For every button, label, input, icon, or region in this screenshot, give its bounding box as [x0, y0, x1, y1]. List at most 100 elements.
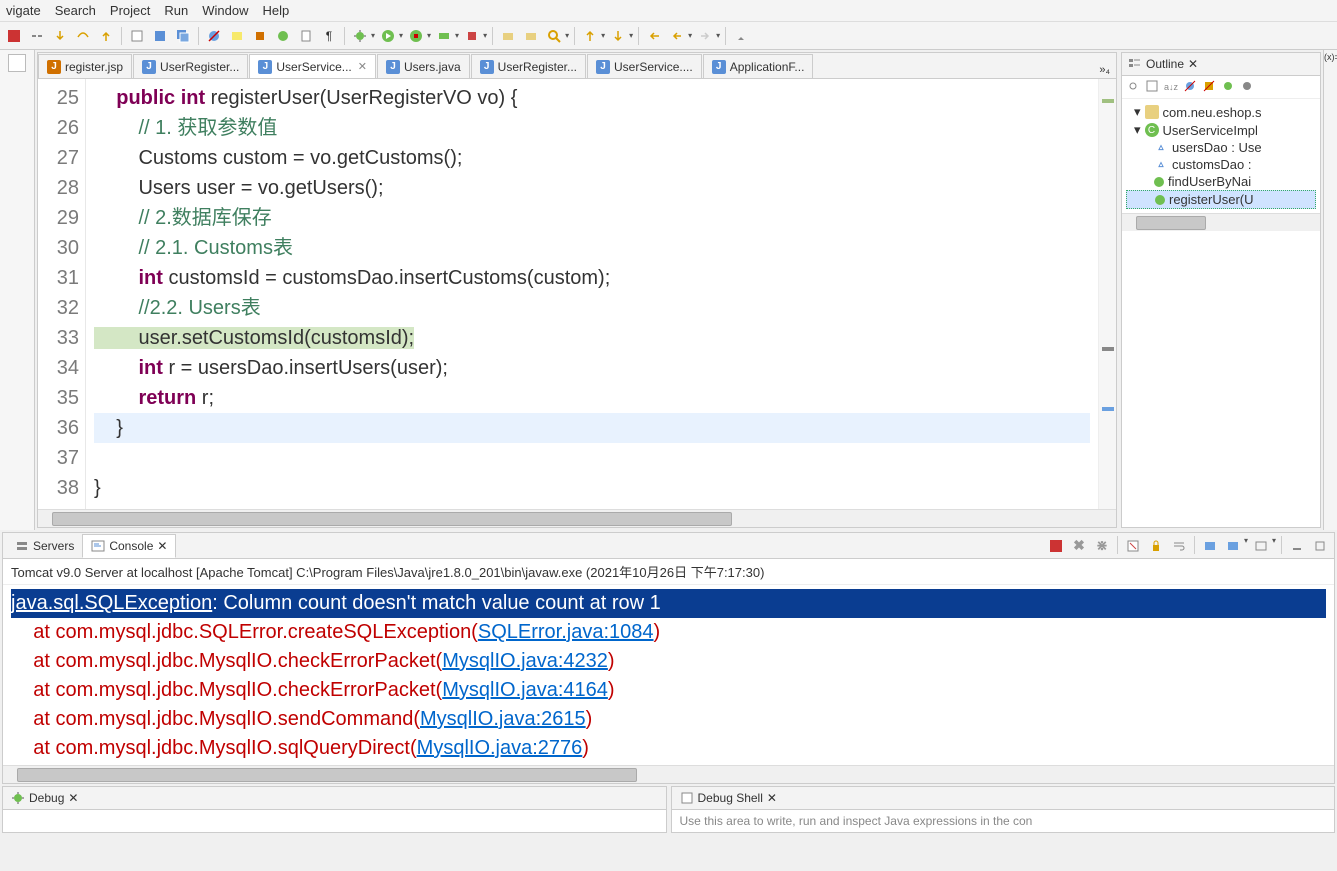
external-tools-icon[interactable]	[462, 26, 482, 46]
coverage-icon[interactable]	[406, 26, 426, 46]
maximize-icon[interactable]	[1310, 536, 1330, 556]
pin-console-icon[interactable]	[1200, 536, 1220, 556]
new-package-icon[interactable]	[498, 26, 518, 46]
console-line[interactable]: at com.mysql.jdbc.MysqlIO.sqlQueryDirect…	[11, 734, 1326, 763]
console-output[interactable]: java.sql.SQLException: Column count does…	[3, 585, 1334, 765]
editor-hscroll[interactable]	[38, 509, 1116, 527]
stacktrace-link[interactable]: SQLError.java:1084	[478, 621, 654, 643]
new-class-icon[interactable]	[521, 26, 541, 46]
code-line[interactable]: user.setCustomsId(customsId);	[94, 323, 1090, 353]
console-line[interactable]: at com.mysql.jdbc.MysqlIO.checkErrorPack…	[11, 676, 1326, 705]
menu-project[interactable]: Project	[110, 3, 150, 18]
overview-ruler[interactable]	[1098, 79, 1116, 509]
highlight-icon[interactable]	[227, 26, 247, 46]
stacktrace-link[interactable]: MysqlIO.java:2615	[420, 708, 586, 730]
forward-icon[interactable]	[695, 26, 715, 46]
task-icon[interactable]	[296, 26, 316, 46]
console-line[interactable]: at com.mysql.jdbc.SQLError.createSQLExce…	[11, 618, 1326, 647]
new-icon[interactable]	[127, 26, 147, 46]
close-icon[interactable]: ✕	[1188, 57, 1198, 71]
code-line[interactable]: // 1. 获取参数值	[94, 113, 1090, 143]
code-editor[interactable]: public int registerUser(UserRegisterVO v…	[86, 79, 1098, 509]
remove-terminated-icon[interactable]: ✖	[1069, 536, 1089, 556]
hide-static-icon[interactable]	[1202, 79, 1218, 95]
search-icon[interactable]	[544, 26, 564, 46]
editor-tab[interactable]: JUsers.java	[377, 54, 470, 78]
vars-min-icon[interactable]: (x)=	[1324, 52, 1337, 62]
close-icon[interactable]: ✕	[68, 791, 78, 805]
run-server-icon[interactable]	[434, 26, 454, 46]
save-icon[interactable]	[150, 26, 170, 46]
code-line[interactable]	[94, 443, 1090, 473]
menu-navigate[interactable]: vigate	[6, 3, 41, 18]
step-return-icon[interactable]	[96, 26, 116, 46]
editor-tab[interactable]: JUserRegister...	[471, 54, 586, 78]
pilcrow-icon[interactable]: ¶	[319, 26, 339, 46]
open-type-icon[interactable]	[273, 26, 293, 46]
hide-nonpublic-icon[interactable]	[1221, 79, 1237, 95]
editor-tab[interactable]: JUserService....	[587, 54, 702, 78]
remove-all-icon[interactable]: ⋇	[1092, 536, 1112, 556]
clear-console-icon[interactable]	[1123, 536, 1143, 556]
code-line[interactable]: }	[94, 413, 1090, 443]
next-annotation-icon[interactable]	[608, 26, 628, 46]
stacktrace-link[interactable]: MysqlIO.java:2776	[417, 737, 583, 759]
build-icon[interactable]	[250, 26, 270, 46]
code-line[interactable]: Customs custom = vo.getCustoms();	[94, 143, 1090, 173]
open-console-icon[interactable]	[1251, 536, 1271, 556]
collapse-icon[interactable]	[1145, 79, 1161, 95]
code-line[interactable]: Users user = vo.getUsers();	[94, 173, 1090, 203]
close-icon[interactable]: ✕	[157, 539, 167, 553]
console-line[interactable]: at com.mysql.jdbc.MysqlIO.checkErrorPack…	[11, 647, 1326, 676]
pin-icon[interactable]	[731, 26, 751, 46]
prev-annotation-icon[interactable]	[580, 26, 600, 46]
sort-icon[interactable]: a↓z	[1164, 79, 1180, 95]
code-line[interactable]: int customsId = customsDao.insertCustoms…	[94, 263, 1090, 293]
last-edit-icon[interactable]	[644, 26, 664, 46]
outline-member[interactable]: ▵customsDao :	[1126, 156, 1316, 173]
code-line[interactable]: // 2.数据库保存	[94, 203, 1090, 233]
editor-tab[interactable]: JUserRegister...	[133, 54, 248, 78]
code-line[interactable]: //2.2. Users表	[94, 293, 1090, 323]
disconnect-icon[interactable]	[27, 26, 47, 46]
console-line[interactable]: java.sql.SQLException: Column count does…	[11, 589, 1326, 618]
editor-tab[interactable]: Jregister.jsp	[38, 54, 132, 78]
word-wrap-icon[interactable]	[1169, 536, 1189, 556]
code-line[interactable]: public int registerUser(UserRegisterVO v…	[94, 83, 1090, 113]
scroll-lock-icon[interactable]	[1146, 536, 1166, 556]
skip-breakpoints-icon[interactable]	[204, 26, 224, 46]
console-line[interactable]: at com.mysql.jdbc.MysqlIO.sendCommand(My…	[11, 705, 1326, 734]
outline-class[interactable]: ▾CUserServiceImpl	[1126, 121, 1316, 139]
step-into-icon[interactable]	[50, 26, 70, 46]
code-line[interactable]: // 2.1. Customs表	[94, 233, 1090, 263]
code-line[interactable]: }	[94, 473, 1090, 503]
close-icon[interactable]: ✕	[767, 791, 777, 805]
terminate-icon[interactable]	[4, 26, 24, 46]
hide-local-icon[interactable]	[1240, 79, 1256, 95]
display-console-icon[interactable]	[1223, 536, 1243, 556]
outline-member[interactable]: registerUser(U	[1126, 190, 1316, 209]
code-line[interactable]: int r = usersDao.insertUsers(user);	[94, 353, 1090, 383]
terminate-icon[interactable]	[1046, 536, 1066, 556]
menu-search[interactable]: Search	[55, 3, 96, 18]
console-hscroll[interactable]	[3, 765, 1334, 783]
stacktrace-link[interactable]: MysqlIO.java:4164	[442, 679, 608, 701]
tabs-overflow[interactable]: »₄	[1093, 62, 1116, 78]
stacktrace-link[interactable]: MysqlIO.java:4232	[442, 650, 608, 672]
menu-run[interactable]: Run	[164, 3, 188, 18]
servers-tab[interactable]: Servers	[7, 535, 82, 557]
outline-hscroll[interactable]	[1122, 213, 1320, 231]
restore-view-icon[interactable]	[8, 54, 26, 72]
close-icon[interactable]: ✕	[358, 60, 367, 73]
editor-tab[interactable]: JApplicationF...	[703, 54, 814, 78]
menu-window[interactable]: Window	[202, 3, 248, 18]
focus-icon[interactable]	[1126, 79, 1142, 95]
code-line[interactable]: return r;	[94, 383, 1090, 413]
run-icon[interactable]	[378, 26, 398, 46]
outline-tree[interactable]: ▾com.neu.eshop.s▾CUserServiceImpl▵usersD…	[1122, 99, 1320, 213]
back-icon[interactable]	[667, 26, 687, 46]
outline-member[interactable]: findUserByNai	[1126, 173, 1316, 190]
editor-tab[interactable]: JUserService...✕	[249, 54, 376, 78]
debug-icon[interactable]	[350, 26, 370, 46]
console-tab[interactable]: Console ✕	[82, 534, 176, 558]
